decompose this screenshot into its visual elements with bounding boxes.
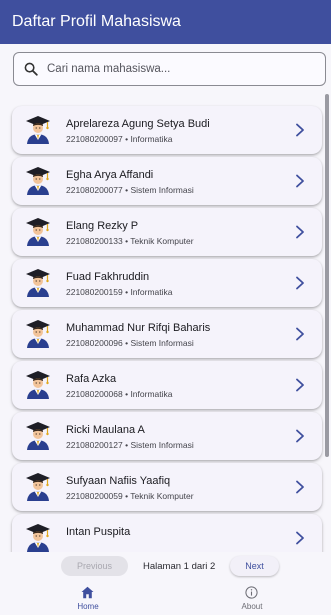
student-nim: 221080200077 bbox=[66, 185, 123, 195]
student-info: 221080200068 • Informatika bbox=[66, 389, 172, 399]
student-name: Rafa Azka bbox=[66, 373, 117, 385]
student-name: Elang Rezky P bbox=[66, 220, 139, 232]
graduate-avatar-icon bbox=[26, 269, 50, 297]
search-icon bbox=[24, 62, 38, 76]
graduate-avatar-icon bbox=[26, 320, 50, 348]
student-info: 221080200096 • Sistem Informasi bbox=[66, 338, 194, 348]
student-info: 221080200097 • Informatika bbox=[66, 134, 172, 144]
student-name: Fuad Fakhruddin bbox=[66, 271, 150, 283]
search-bar[interactable] bbox=[13, 52, 326, 86]
student-nim: 221080200097 bbox=[66, 134, 123, 144]
previous-button[interactable]: Previous bbox=[61, 556, 128, 576]
chevron-right-icon[interactable] bbox=[295, 276, 305, 290]
student-name: Aprelareza Agung Setya Budi bbox=[66, 118, 210, 130]
chevron-right-icon[interactable] bbox=[295, 174, 305, 188]
nav-label-about: About bbox=[241, 602, 263, 611]
student-name: Sufyaan Nafiis Yaafiq bbox=[66, 475, 171, 487]
student-info: 221080200133 • Teknik Komputer bbox=[66, 236, 194, 246]
next-button[interactable]: Next bbox=[230, 556, 279, 576]
student-name: Muhammad Nur Rifqi Baharis bbox=[66, 322, 211, 334]
page-indicator: Halaman 1 dari 2 bbox=[143, 561, 216, 572]
student-card[interactable]: Fuad Fakhruddin 221080200159 • Informati… bbox=[12, 259, 322, 307]
student-card[interactable]: Elang Rezky P 221080200133 • Teknik Komp… bbox=[12, 208, 322, 256]
student-card[interactable]: Ricki Maulana A 221080200127 • Sistem In… bbox=[12, 412, 322, 460]
student-nim: 221080200133 bbox=[66, 236, 123, 246]
graduate-avatar-icon bbox=[26, 473, 50, 501]
chevron-right-icon[interactable] bbox=[295, 378, 305, 392]
student-card[interactable]: Aprelareza Agung Setya Budi 221080200097… bbox=[12, 106, 322, 154]
student-card[interactable]: Intan Puspita bbox=[12, 514, 322, 552]
student-nim: 221080200127 bbox=[66, 440, 123, 450]
chevron-right-icon[interactable] bbox=[295, 327, 305, 341]
graduate-avatar-icon bbox=[26, 218, 50, 246]
page-title: Daftar Profil Mahasiswa bbox=[12, 13, 181, 30]
bottom-navigation: Home About bbox=[0, 581, 331, 615]
student-card[interactable]: Sufyaan Nafiis Yaafiq 221080200059 • Tek… bbox=[12, 463, 322, 511]
student-card[interactable]: Rafa Azka 221080200068 • Informatika bbox=[12, 361, 322, 409]
app-bar: Daftar Profil Mahasiswa bbox=[0, 0, 331, 44]
chevron-right-icon[interactable] bbox=[295, 123, 305, 137]
student-nim: 221080200068 bbox=[66, 389, 123, 399]
chevron-right-icon[interactable] bbox=[295, 531, 305, 545]
chevron-right-icon[interactable] bbox=[295, 429, 305, 443]
student-prodi: Sistem Informasi bbox=[130, 440, 194, 450]
graduate-avatar-icon bbox=[26, 371, 50, 399]
list-scrollbar[interactable] bbox=[325, 94, 329, 457]
graduate-avatar-icon bbox=[26, 167, 50, 195]
student-name: Ricki Maulana A bbox=[66, 424, 145, 436]
graduate-avatar-icon bbox=[26, 422, 50, 450]
info-icon bbox=[245, 586, 258, 599]
student-card[interactable]: Muhammad Nur Rifqi Baharis 221080200096 … bbox=[12, 310, 322, 358]
student-info: 221080200127 • Sistem Informasi bbox=[66, 440, 194, 450]
chevron-right-icon[interactable] bbox=[295, 225, 305, 239]
student-nim: 221080200096 bbox=[66, 338, 123, 348]
student-name: Intan Puspita bbox=[66, 526, 131, 538]
student-nim: 221080200159 bbox=[66, 287, 123, 297]
student-prodi: Informatika bbox=[130, 134, 173, 144]
chevron-right-icon[interactable] bbox=[295, 480, 305, 494]
student-prodi: Sistem Informasi bbox=[130, 185, 194, 195]
graduate-avatar-icon bbox=[26, 116, 50, 144]
student-info: 221080200159 • Informatika bbox=[66, 287, 172, 297]
student-info: 221080200077 • Sistem Informasi bbox=[66, 185, 194, 195]
student-prodi: Informatika bbox=[130, 287, 173, 297]
graduate-avatar-icon bbox=[26, 524, 50, 552]
student-prodi: Sistem Informasi bbox=[130, 338, 194, 348]
nav-label-home: Home bbox=[77, 602, 99, 611]
student-prodi: Informatika bbox=[130, 389, 173, 399]
nav-item-about[interactable]: About bbox=[222, 583, 282, 613]
student-prodi: Teknik Komputer bbox=[130, 236, 194, 246]
student-nim: 221080200059 bbox=[66, 491, 123, 501]
student-card[interactable]: Egha Arya Affandi 221080200077 • Sistem … bbox=[12, 157, 322, 205]
student-list[interactable]: Aprelareza Agung Setya Budi 221080200097… bbox=[0, 94, 331, 552]
student-name: Egha Arya Affandi bbox=[66, 169, 154, 181]
student-info: 221080200059 • Teknik Komputer bbox=[66, 491, 194, 501]
search-input[interactable] bbox=[47, 63, 307, 75]
home-icon bbox=[81, 586, 94, 599]
pagination: Previous Halaman 1 dari 2 Next bbox=[0, 552, 331, 580]
nav-item-home[interactable]: Home bbox=[58, 583, 118, 613]
student-prodi: Teknik Komputer bbox=[130, 491, 194, 501]
